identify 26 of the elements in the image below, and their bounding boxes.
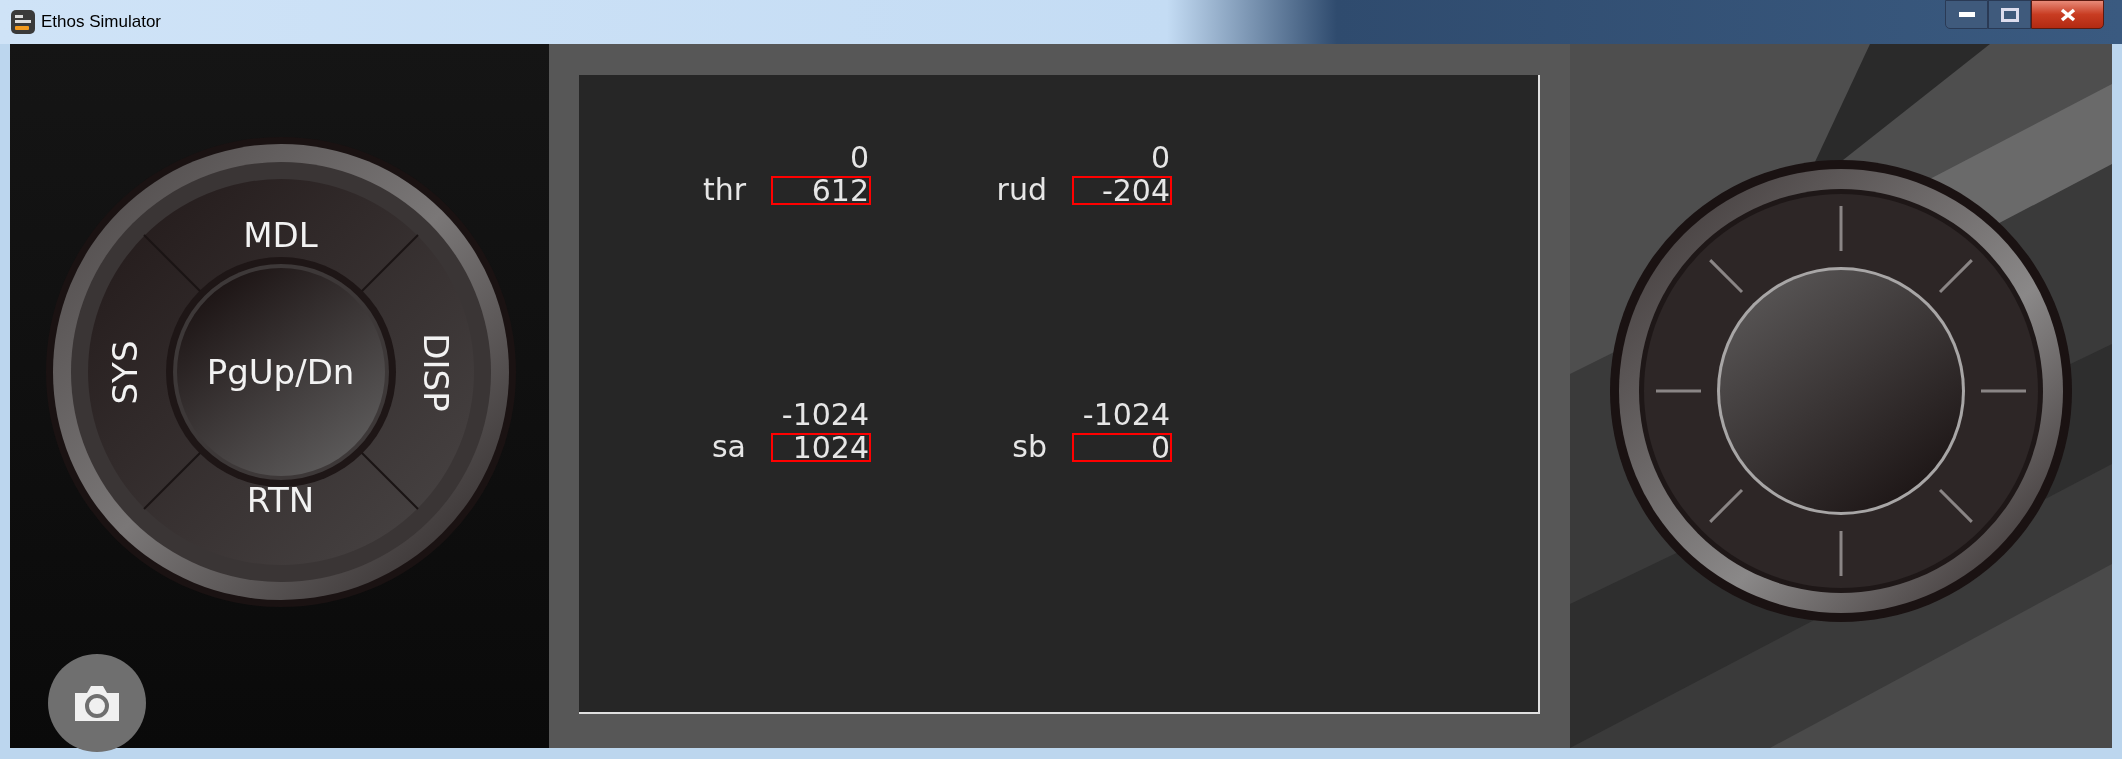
channel-value: 612 bbox=[771, 175, 871, 205]
output-value: -1024 bbox=[1082, 400, 1170, 430]
camera-icon bbox=[73, 683, 121, 723]
close-icon bbox=[2059, 7, 2076, 22]
key-button[interactable]: MDL bbox=[230, 205, 331, 265]
minimize-button[interactable] bbox=[1945, 0, 1988, 29]
channel-value: -204 bbox=[1072, 175, 1172, 205]
channel-label: sb bbox=[1011, 432, 1047, 462]
app-icon bbox=[11, 10, 35, 34]
channel-label: rud bbox=[995, 175, 1047, 205]
channel-value: 1024 bbox=[771, 432, 871, 462]
output-value: 0 bbox=[849, 143, 869, 173]
rotary-knob[interactable] bbox=[1609, 159, 2073, 623]
key-button[interactable]: DISP bbox=[405, 322, 466, 422]
key-button[interactable]: RTN bbox=[230, 470, 331, 530]
maximize-icon bbox=[2000, 7, 2019, 22]
channel-label: thr bbox=[701, 175, 746, 205]
window-title: Ethos Simulator bbox=[41, 11, 161, 34]
channel-value: 0 bbox=[1072, 432, 1172, 462]
maximize-button[interactable] bbox=[1988, 0, 2031, 29]
minimize-icon bbox=[1958, 12, 1975, 17]
channel-label: sa bbox=[711, 432, 746, 462]
key-button[interactable]: SYS bbox=[95, 322, 156, 422]
close-button[interactable] bbox=[2031, 0, 2104, 29]
output-value: -1024 bbox=[781, 400, 869, 430]
output-value: 0 bbox=[1150, 143, 1170, 173]
